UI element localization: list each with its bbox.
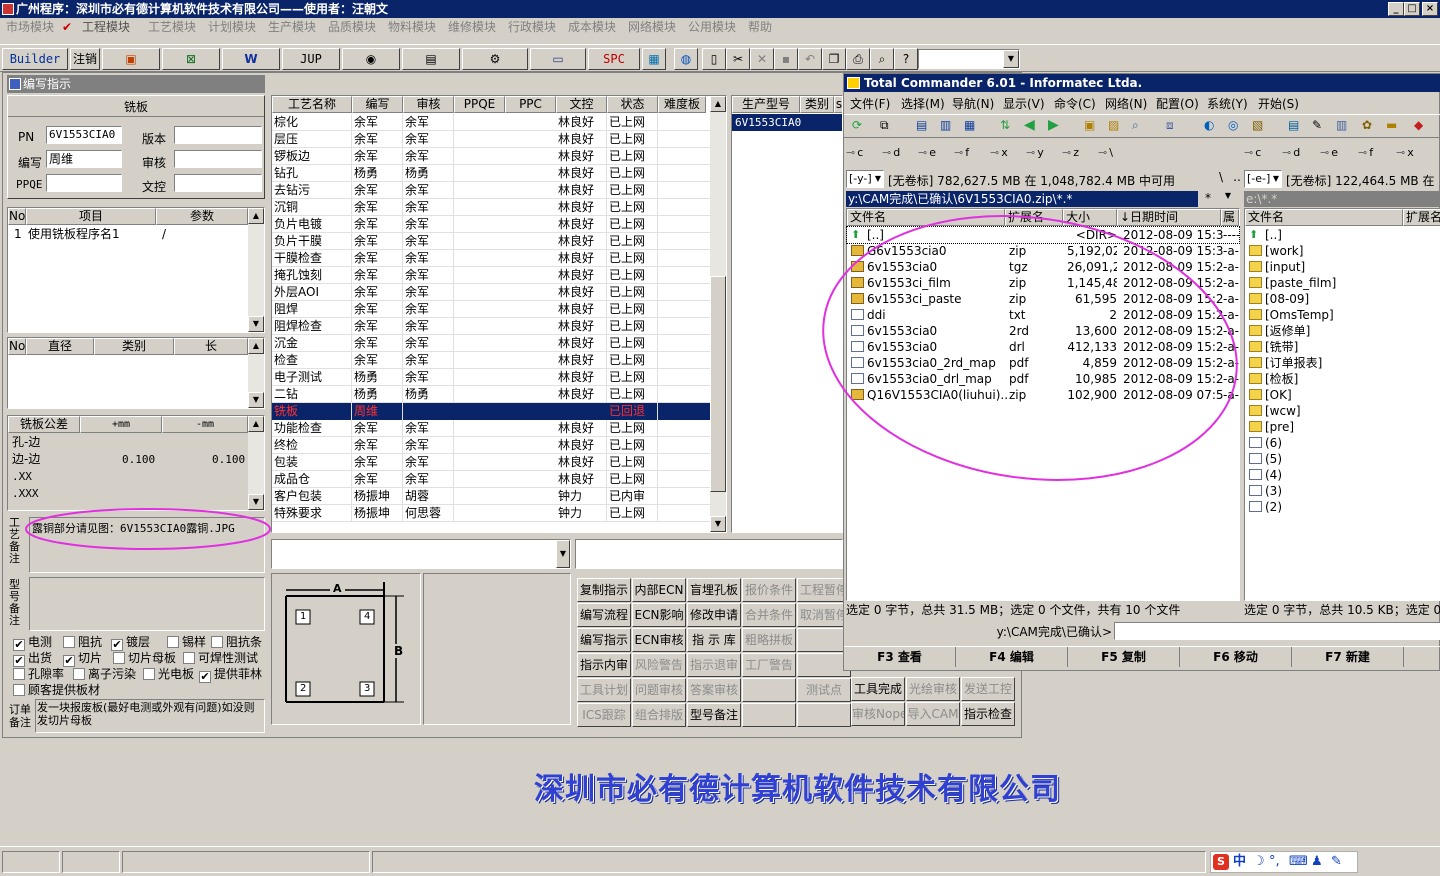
highlight-ellipse bbox=[25, 508, 271, 550]
annotation-overlay bbox=[25, 215, 1238, 550]
highlight-ellipse bbox=[822, 215, 1238, 481]
